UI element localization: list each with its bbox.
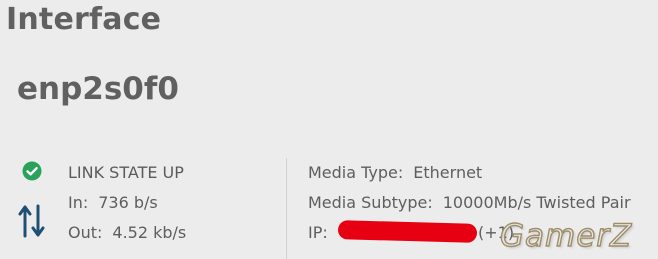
traffic-in-value: 736 b/s <box>98 193 158 212</box>
media-subtype-label: Media Subtype: <box>308 193 433 212</box>
redaction-mark <box>337 220 478 243</box>
check-circle-icon <box>22 161 42 181</box>
link-state-text: LINK STATE UP <box>68 163 184 182</box>
ip-address: IP: <box>308 223 328 243</box>
traffic-in: In: 736 b/s <box>68 193 158 213</box>
traffic-out: Out: 4.52 kb/s <box>68 223 186 243</box>
arrows-up-down-icon <box>18 204 45 238</box>
traffic-out-value: 4.52 kb/s <box>112 223 187 242</box>
traffic-out-label: Out: <box>68 223 103 242</box>
ip-extra-count: (+1) <box>478 223 515 242</box>
media-type: Media Type: Ethernet <box>308 163 482 183</box>
media-type-label: Media Type: <box>308 163 404 182</box>
watermark: GamerZ <box>499 217 633 254</box>
section-title: Interface <box>6 2 162 37</box>
ip-label: IP: <box>308 223 328 242</box>
media-type-value: Ethernet <box>413 163 483 182</box>
column-divider <box>286 158 287 259</box>
interface-name: enp2s0f0 <box>17 71 179 107</box>
traffic-in-label: In: <box>68 193 89 212</box>
media-subtype-value: 10000Mb/s Twisted Pair <box>442 193 631 212</box>
media-subtype: Media Subtype: 10000Mb/s Twisted Pair <box>308 193 631 213</box>
